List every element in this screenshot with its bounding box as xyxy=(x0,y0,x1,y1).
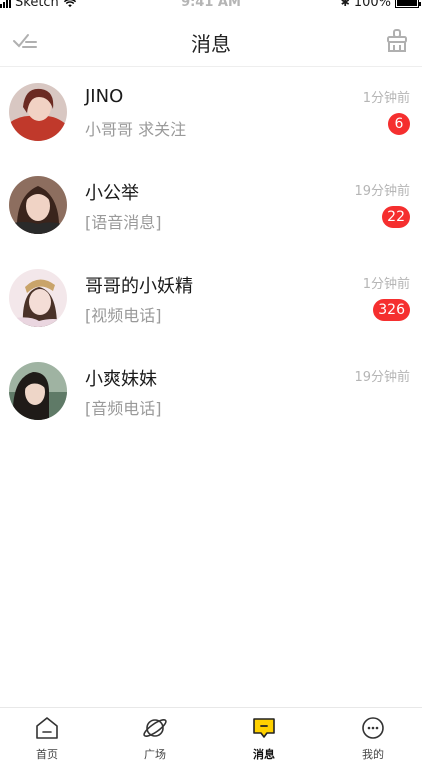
unread-badge: 6 xyxy=(388,113,410,135)
tab-bar: 首页 广场 消息 我的 xyxy=(0,707,422,763)
tab-label: 广场 xyxy=(144,748,166,761)
message-preview: [视频电话] xyxy=(85,306,162,325)
message-list: JINO 小哥哥 求关注 1分钟前 6 小公举 [语音消息] 19分钟前 22 xyxy=(0,66,422,438)
status-right: ✱ 100% xyxy=(340,0,421,10)
profile-icon xyxy=(362,717,384,739)
tab-label: 消息 xyxy=(253,748,275,761)
bluetooth-icon: ✱ xyxy=(340,0,350,9)
planet-icon xyxy=(143,719,167,737)
avatar[interactable] xyxy=(9,362,67,420)
battery-icon xyxy=(395,0,421,8)
tab-home[interactable]: 首页 xyxy=(17,708,77,763)
tab-label: 我的 xyxy=(362,748,384,761)
message-preview: [音频电话] xyxy=(85,399,162,418)
message-time: 1分钟前 xyxy=(362,277,410,292)
avatar[interactable] xyxy=(9,83,67,141)
unread-badge: 22 xyxy=(382,206,410,228)
contact-name: 哥哥的小妖精 xyxy=(85,276,193,297)
status-bar: Sketch 9:41 AM ✱ 100% xyxy=(0,0,422,12)
tab-square[interactable]: 广场 xyxy=(125,708,185,763)
contact-name: 小爽妹妹 xyxy=(85,369,157,390)
battery-percent: 100% xyxy=(353,0,391,10)
conversation-item[interactable]: 哥哥的小妖精 [视频电话] 1分钟前 326 xyxy=(0,252,422,345)
avatar[interactable] xyxy=(9,176,67,234)
conversation-item[interactable]: 小公举 [语音消息] 19分钟前 22 xyxy=(0,159,422,252)
navigation-bar: 消息 xyxy=(0,14,422,67)
contact-name: JINO xyxy=(85,86,124,107)
avatar[interactable] xyxy=(9,269,67,327)
conversation-item[interactable]: JINO 小哥哥 求关注 1分钟前 6 xyxy=(0,66,422,159)
tab-messages[interactable]: 消息 xyxy=(234,708,294,763)
message-time: 19分钟前 xyxy=(354,184,410,199)
message-time: 19分钟前 xyxy=(354,370,410,385)
conversation-item[interactable]: 小爽妹妹 [音频电话] 19分钟前 xyxy=(0,345,422,438)
tab-label: 首页 xyxy=(36,748,58,761)
tab-profile[interactable]: 我的 xyxy=(343,708,403,763)
home-icon xyxy=(36,717,58,739)
message-preview: 小哥哥 求关注 xyxy=(85,120,187,139)
clear-broom-icon[interactable] xyxy=(384,28,410,54)
unread-badge: 326 xyxy=(373,299,410,321)
message-icon xyxy=(253,718,275,738)
page-title: 消息 xyxy=(191,32,231,56)
contact-name: 小公举 xyxy=(85,183,139,204)
message-preview: [语音消息] xyxy=(85,213,162,232)
message-time: 1分钟前 xyxy=(362,91,410,106)
